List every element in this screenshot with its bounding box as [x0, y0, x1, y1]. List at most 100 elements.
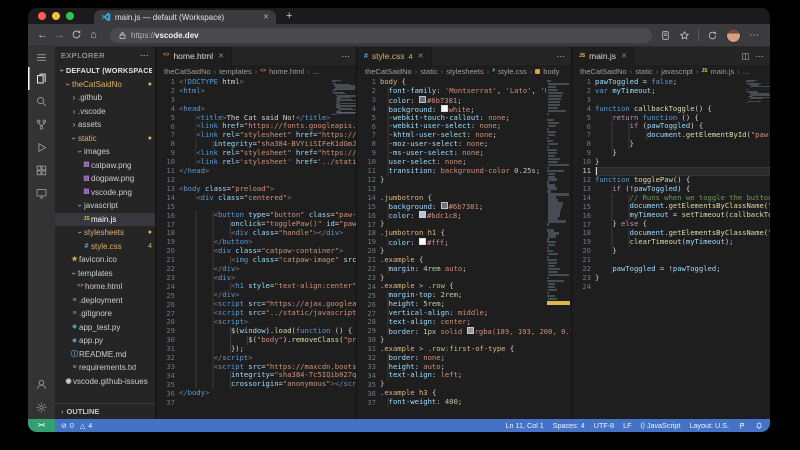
tree-item-static[interactable]: ›static●	[55, 132, 155, 146]
close-icon[interactable]: ✕	[218, 52, 224, 60]
tree-item-label: vscode.png	[91, 188, 132, 197]
remote-explorer-icon[interactable]	[28, 182, 55, 205]
tree-item-gitignore[interactable]: ≡.gitignore	[55, 307, 155, 321]
tree-item-github[interactable]: ›.github	[55, 91, 155, 105]
breadcrumb-item[interactable]: javascript	[661, 67, 693, 76]
tree-item-requirements-txt[interactable]: ≡requirements.txt	[55, 361, 155, 375]
favorites-icon[interactable]	[679, 30, 690, 41]
more-actions-icon[interactable]: ⋯	[756, 51, 765, 62]
close-icon[interactable]: ✕	[418, 52, 424, 60]
status-item-spaces-4[interactable]: Spaces: 4	[553, 421, 585, 430]
collections-icon[interactable]	[660, 30, 671, 41]
back-button[interactable]: ←	[34, 30, 51, 41]
tree-item-catpaw-png[interactable]: ▨catpaw.png	[55, 159, 155, 173]
close-window-button[interactable]	[38, 12, 46, 20]
breadcrumb-item[interactable]: theCatSaidNo	[164, 67, 211, 76]
tree-item-default-workspace[interactable]: ›DEFAULT (WORKSPACE)	[55, 64, 155, 78]
breadcrumb-item[interactable]: static	[420, 67, 438, 76]
breadcrumb-item[interactable]: style.css	[498, 67, 527, 76]
code-lines[interactable]: body { font-family: 'Montserrat', 'Lato'…	[380, 78, 571, 419]
close-icon[interactable]: ✕	[621, 52, 627, 60]
problems-indicator[interactable]: ⊘ 0 △ 4	[55, 421, 98, 430]
status-item-utf-8[interactable]: UTF-8	[594, 421, 614, 430]
breadcrumb: theCatSaidNo›static›javascript›JSmain.js…	[572, 65, 770, 78]
breadcrumb-item[interactable]: templates	[219, 67, 252, 76]
minimap[interactable]	[331, 80, 355, 116]
tree-item-dogpaw-png[interactable]: ▨dogpaw.png	[55, 172, 155, 186]
code-lines[interactable]: pawToggled = false;var myTimeout;functio…	[595, 78, 770, 419]
tree-item-vscode-png[interactable]: ▨vscode.png	[55, 186, 155, 200]
breadcrumb-item[interactable]: ...	[743, 67, 749, 76]
tab-home-html[interactable]: <>home.html✕	[156, 47, 232, 65]
account-icon[interactable]	[28, 373, 55, 396]
tree-item-thecatsaidno[interactable]: ›theCatSaidNo●	[55, 78, 155, 92]
breadcrumb-item[interactable]: body	[543, 67, 559, 76]
status-item-ln-11-col-1[interactable]: Ln 11, Col 1	[506, 421, 544, 430]
address-bar[interactable]: https://vscode.dev	[110, 28, 652, 43]
split-editor-icon[interactable]: ◫	[741, 51, 749, 62]
tree-item-style-css[interactable]: #style.css4	[55, 240, 155, 254]
breadcrumb-item[interactable]: stylesheets	[446, 67, 484, 76]
tab-style-css[interactable]: #style.css4✕	[357, 47, 432, 65]
tree-item-images[interactable]: ›images	[55, 145, 155, 159]
tree-item-app-py[interactable]: ◆app.py	[55, 334, 155, 348]
tree-item-templates[interactable]: ›templates	[55, 267, 155, 281]
search-icon[interactable]	[28, 90, 55, 113]
tree-item-app-test-py[interactable]: ◆app_test.py	[55, 321, 155, 335]
code-line: <link rel='stylesheet' href='../static/s…	[179, 158, 356, 167]
more-actions-icon[interactable]: ⋯	[557, 51, 566, 62]
minimap[interactable]	[546, 80, 570, 305]
tree-item-deployment[interactable]: ≡.deployment	[55, 294, 155, 308]
code-line: height: auto;	[380, 363, 571, 372]
extensions-icon[interactable]	[28, 159, 55, 182]
home-button[interactable]: ⌂	[85, 30, 102, 41]
status-item-layout-u-s[interactable]: Layout: U.S.	[689, 421, 729, 430]
run-debug-icon[interactable]	[28, 136, 55, 159]
tree-item-assets[interactable]: ›assets	[55, 118, 155, 132]
breadcrumb-item[interactable]: main.js	[711, 67, 735, 76]
browser-sync-icon[interactable]	[707, 30, 718, 41]
status-item-lf[interactable]: LF	[623, 421, 631, 430]
code-lines[interactable]: <!DOCTYPE html><html><head> <title>The C…	[179, 78, 356, 419]
tree-item-label: .deployment	[79, 296, 123, 305]
breadcrumb-item[interactable]: ...	[313, 67, 319, 76]
refresh-button[interactable]	[68, 29, 85, 41]
zoom-window-button[interactable]	[66, 12, 74, 20]
new-tab-button[interactable]: +	[286, 10, 292, 22]
breadcrumb-item[interactable]: theCatSaidNo	[580, 67, 627, 76]
feedback-icon[interactable]	[738, 422, 746, 430]
minimize-window-button[interactable]	[52, 12, 60, 20]
minimap[interactable]	[745, 80, 769, 104]
tree-item-label: theCatSaidNo	[72, 80, 122, 89]
tree-item-vscode[interactable]: ›.vscode	[55, 105, 155, 119]
explorer-more-actions-icon[interactable]: ⋯	[140, 50, 149, 61]
breadcrumb-item[interactable]: home.html	[269, 67, 304, 76]
forward-button[interactable]: →	[51, 30, 68, 41]
tree-item-javascript[interactable]: ›javascript	[55, 199, 155, 213]
explorer-icon[interactable]	[28, 67, 55, 90]
source-control-icon[interactable]	[28, 113, 55, 136]
more-actions-icon[interactable]: ⋯	[342, 51, 351, 62]
bell-icon[interactable]	[755, 422, 763, 430]
breadcrumb-item[interactable]: theCatSaidNo	[365, 67, 412, 76]
browser-menu-icon[interactable]: ⋯	[749, 30, 760, 41]
chevron-icon: ›	[58, 67, 67, 75]
tab-main-js[interactable]: JSmain.js✕	[572, 47, 635, 65]
config-icon: ≡	[70, 297, 79, 304]
line-numbers: 1234567891011121314151617181920212223242…	[357, 78, 380, 419]
profile-avatar[interactable]	[726, 28, 741, 43]
browser-tab[interactable]: main.js — default (Workspace) ✕	[94, 10, 276, 24]
tree-item-home-html[interactable]: <>home.html	[55, 280, 155, 294]
breadcrumb-item[interactable]: static	[635, 67, 653, 76]
menu-icon[interactable]	[28, 47, 55, 67]
remote-indicator[interactable]: ><	[28, 419, 55, 432]
settings-icon[interactable]	[28, 396, 55, 419]
tree-item-stylesheets[interactable]: ›stylesheets●	[55, 226, 155, 240]
tree-item-main-js[interactable]: JSmain.js	[55, 213, 155, 227]
tree-item-favicon-ico[interactable]: ★favicon.ico	[55, 253, 155, 267]
tree-item-vscode-github-issues[interactable]: ◉vscode.github-issues	[55, 375, 155, 389]
outline-section[interactable]: › OUTLINE	[55, 403, 155, 419]
status-item-javascript[interactable]: {}JavaScript	[641, 421, 681, 430]
tree-item-readme-md[interactable]: ⓘREADME.md	[55, 348, 155, 362]
close-tab-icon[interactable]: ✕	[263, 13, 269, 21]
